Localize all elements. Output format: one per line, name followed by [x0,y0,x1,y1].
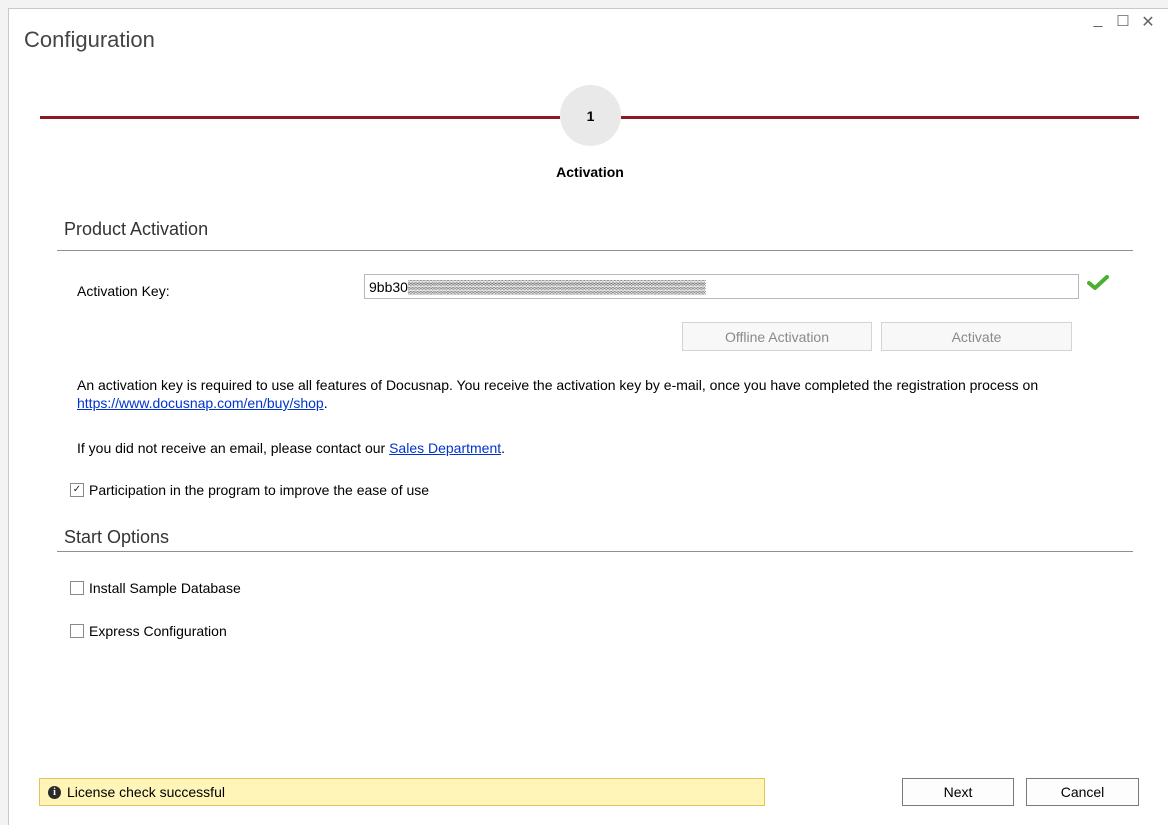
section-divider [57,551,1133,552]
window-title: Configuration [24,27,155,52]
install-sample-row[interactable]: Install Sample Database [70,580,241,596]
activation-key-input[interactable] [364,274,1079,299]
section-title-product-activation: Product Activation [64,219,209,239]
participation-label: Participation in the program to improve … [89,482,430,498]
express-config-label: Express Configuration [89,623,227,639]
sales-department-link[interactable]: Sales Department [389,440,501,456]
activate-button[interactable]: Activate [881,322,1072,351]
close-button[interactable]: ✕ [1137,12,1159,32]
activation-key-label: Activation Key: [77,283,170,299]
shop-link[interactable]: https://www.docusnap.com/en/buy/shop [77,395,324,411]
status-bar: i License check successful [39,778,765,806]
express-config-row[interactable]: Express Configuration [70,623,227,639]
activation-info-text: An activation key is required to use all… [77,376,1077,412]
check-icon [1087,275,1109,296]
offline-activation-button[interactable]: Offline Activation [682,322,872,351]
section-divider [57,250,1133,251]
step-line-right [621,116,1139,119]
maximize-button[interactable]: ☐ [1112,12,1134,30]
install-sample-label: Install Sample Database [89,580,241,596]
participation-checkbox[interactable]: ✓ [70,483,84,497]
step-line-left [40,116,560,119]
sales-contact-sentence: If you did not receive an email, please … [77,440,386,456]
status-text: License check successful [67,784,225,800]
configuration-window: Configuration _ ☐ ✕ 1 Activation Product… [8,8,1168,825]
minimize-button[interactable]: _ [1087,11,1109,29]
sales-contact-text: If you did not receive an email, please … [77,439,1077,457]
express-config-checkbox[interactable] [70,624,84,638]
info-icon: i [48,785,61,799]
participation-row[interactable]: ✓ Participation in the program to improv… [70,482,429,498]
sales-contact-suffix: . [501,440,506,456]
activation-info-suffix: . [323,395,328,411]
cancel-button[interactable]: Cancel [1026,778,1139,806]
activation-info-sentence: An activation key is required to use all… [77,377,1039,393]
section-title-start-options: Start Options [64,527,170,547]
install-sample-checkbox[interactable] [70,581,84,595]
next-button[interactable]: Next [902,778,1014,806]
step-indicator: 1 [560,85,621,146]
step-label: Activation [556,164,624,180]
